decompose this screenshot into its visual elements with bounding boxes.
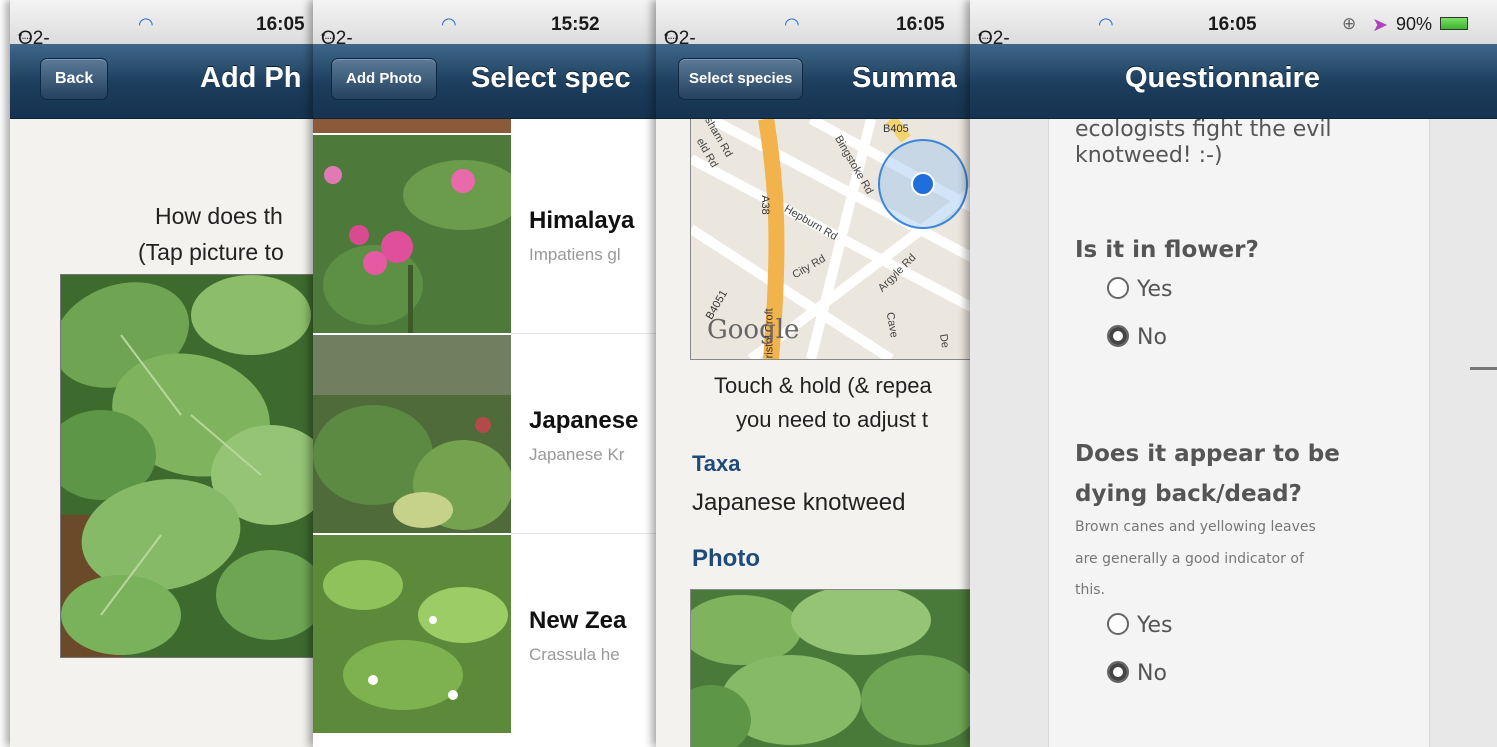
status-bar: •.... O2-UK ◠ 16:05 ⊕ ➤ 90% <box>970 0 1497 71</box>
back-button[interactable]: Back <box>40 58 109 100</box>
help-text-line-3: this. <box>1075 582 1105 598</box>
page-title: Add Ph <box>200 62 302 94</box>
select-species-back-button[interactable]: Select species <box>678 58 804 100</box>
species-thumbnail-japanese[interactable] <box>313 335 511 533</box>
status-bar: •.... O2-UK ◠ 16:05 <box>10 0 315 71</box>
wifi-icon: ◠ <box>138 14 154 34</box>
radio-dying-back-no[interactable]: No <box>1107 661 1167 686</box>
radio-dying-back-yes[interactable]: Yes <box>1107 613 1173 638</box>
nav-bar: Add Photo Select spec <box>313 44 658 119</box>
photo-label: Photo <box>692 545 760 572</box>
species-name: Japanese <box>529 407 639 434</box>
page-title: Questionnaire <box>1125 62 1320 94</box>
radio-label: No <box>1137 661 1167 686</box>
screen-summary: •.... O2-UK ◠ 16:05 Select species Summa… <box>656 0 974 747</box>
radio-in-flower-yes[interactable]: Yes <box>1107 277 1173 302</box>
location-arrow-icon: ➤ <box>1372 15 1388 36</box>
instruction-line-2: (Tap picture to <box>138 239 284 265</box>
species-item-new-zealand[interactable]: New Zea Crassula he <box>511 535 658 733</box>
radio-label: Yes <box>1137 277 1173 302</box>
clock: 16:05 <box>256 14 305 35</box>
species-thumbnail-himalayan[interactable] <box>313 135 511 333</box>
map-hint-line-2: you need to adjust t <box>736 407 929 432</box>
google-logo: Google <box>707 315 800 345</box>
map-hint-line-1: Touch & hold (& repea <box>714 373 932 398</box>
photo-top-strip <box>313 119 511 133</box>
clock: 15:52 <box>551 14 600 35</box>
add-photo-back-button[interactable]: Add Photo <box>331 58 437 100</box>
scroll-indicator <box>1470 367 1497 370</box>
screen-select-species: •.... O2-UK ◠ 15:52 Add Photo Select spe… <box>313 0 658 747</box>
lock-rotation-icon: ⊕ <box>1342 14 1357 33</box>
species-item-japanese[interactable]: Japanese Japanese Kr <box>511 335 658 534</box>
location-map[interactable]: Bingstoke Rd Hepburn Rd City Rd Argyle R… <box>690 119 974 360</box>
clock: 16:05 <box>896 14 945 35</box>
battery-label: 90% <box>1396 14 1433 34</box>
add-photo-content: How does th (Tap picture to <box>10 119 315 747</box>
species-latin: Crassula he <box>529 645 620 664</box>
questionnaire-content: ecologists fight the evil knotweed! :-) … <box>970 117 1497 747</box>
question-dying-back-line-2: dying back/dead? <box>1075 481 1302 507</box>
map-road-label: De <box>936 333 952 349</box>
radio-in-flower-no[interactable]: No <box>1107 325 1167 350</box>
question-dying-back-line-1: Does it appear to be <box>1075 441 1340 467</box>
screen-questionnaire: •.... O2-UK ◠ 16:05 ⊕ ➤ 90% Questionnair… <box>970 0 1497 747</box>
summary-photo <box>690 589 974 747</box>
intro-line-1: ecologists fight the evil <box>1075 117 1332 142</box>
wifi-icon: ◠ <box>1098 14 1114 34</box>
intro-line-2: knotweed! :-) <box>1075 143 1223 168</box>
wifi-icon: ◠ <box>441 14 457 34</box>
species-latin: Impatiens gl <box>529 245 621 264</box>
summary-content: Bingstoke Rd Hepburn Rd City Rd Argyle R… <box>656 119 974 747</box>
nav-bar: Select species Summa <box>656 44 974 119</box>
help-text-line-1: Brown canes and yellowing leaves <box>1075 519 1316 535</box>
page-title: Summa <box>852 62 957 94</box>
screen-add-photo: •.... O2-UK ◠ 16:05 Back Add Ph How does… <box>10 0 315 747</box>
page-title: Select spec <box>471 62 631 94</box>
status-bar: •.... O2-UK ◠ 15:52 <box>313 0 658 71</box>
species-item-himalayan[interactable]: Himalaya Impatiens gl <box>511 135 658 334</box>
nav-bar: Questionnaire <box>970 44 1497 119</box>
species-thumbnail-new-zealand[interactable] <box>313 535 511 733</box>
clock: 16:05 <box>1208 14 1257 35</box>
wifi-icon: ◠ <box>784 14 800 34</box>
instruction-line-1: How does th <box>155 203 283 229</box>
taxa-label: Taxa <box>692 451 741 476</box>
help-text-line-2: are generally a good indicator of <box>1075 551 1304 567</box>
map-road-label: B405 <box>883 123 909 135</box>
radio-label: No <box>1137 325 1167 350</box>
knotweed-photo[interactable] <box>60 274 315 658</box>
species-list: Himalaya Impatiens gl Japanese Japanese … <box>313 119 658 747</box>
species-name: New Zea <box>529 607 627 634</box>
radio-label: Yes <box>1137 613 1173 638</box>
question-in-flower: Is it in flower? <box>1075 237 1259 263</box>
battery-icon <box>1440 17 1468 30</box>
species-name: Himalaya <box>529 207 635 234</box>
nav-bar: Back Add Ph <box>10 44 315 119</box>
taxa-value: Japanese knotweed <box>692 489 906 516</box>
question-card: ecologists fight the evil knotweed! :-) … <box>1048 117 1430 747</box>
status-bar: •.... O2-UK ◠ 16:05 <box>656 0 974 71</box>
map-road-label: A38 <box>758 195 771 215</box>
species-latin: Japanese Kr <box>529 445 625 464</box>
